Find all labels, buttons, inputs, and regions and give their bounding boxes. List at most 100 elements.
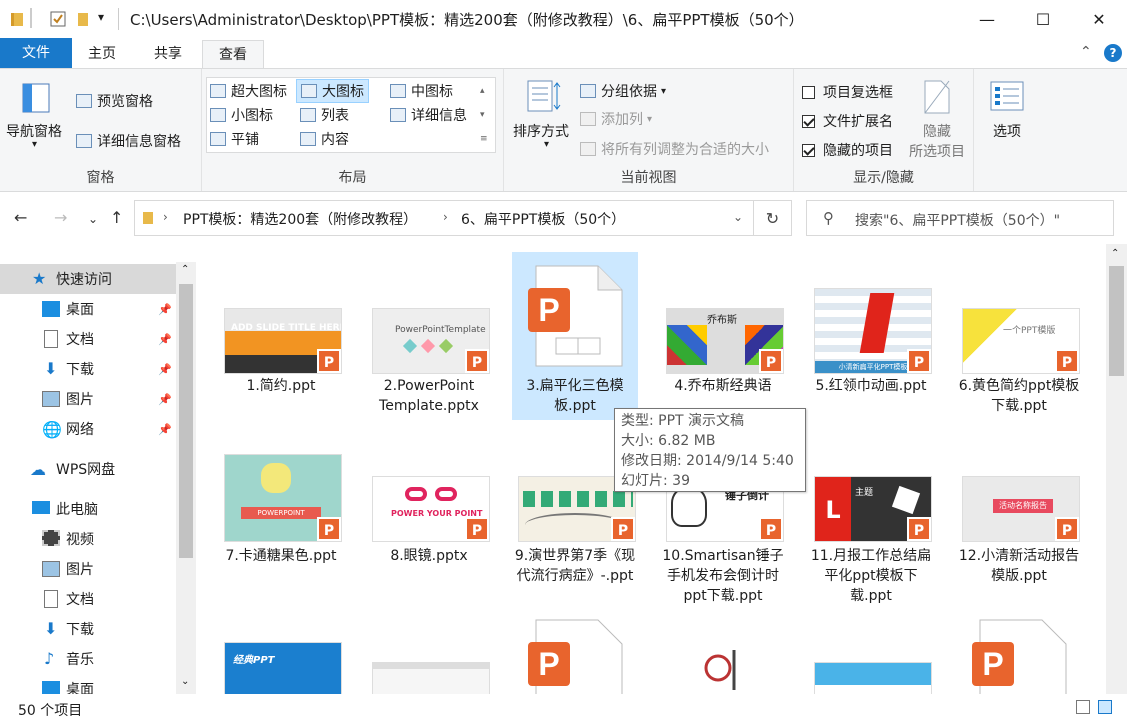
customize-dropdown-icon[interactable]: ▾ xyxy=(98,10,118,30)
tab-file[interactable]: 文件 xyxy=(0,38,72,68)
file-item[interactable]: 一个PPT模版 P 6.黄色简约ppt模板下载.ppt xyxy=(956,252,1082,422)
details-pane-button[interactable]: 详细信息窗格 xyxy=(76,131,181,151)
layout-extra-large[interactable]: 超大图标 xyxy=(210,81,287,101)
search-icon: ⚲ xyxy=(823,209,834,227)
layout-tiles[interactable]: 平铺 xyxy=(210,129,259,149)
large-icons-icon xyxy=(301,84,317,98)
chevron-down-icon[interactable]: ⌄ xyxy=(733,210,743,224)
add-column-button[interactable]: 添加列 ▾ xyxy=(580,109,652,129)
nav-quick-access[interactable]: ★ 快速访问 xyxy=(0,264,176,294)
breadcrumb-item[interactable]: 6、扁平PPT模板（50个） xyxy=(461,209,625,229)
refresh-icon[interactable]: ↻ xyxy=(754,200,792,236)
tab-share[interactable]: 共享 xyxy=(140,40,196,68)
nav-scrollbar[interactable]: ⌃ ⌄ xyxy=(176,262,196,694)
layout-small[interactable]: 小图标 xyxy=(210,105,273,125)
file-item[interactable] xyxy=(366,638,492,694)
hide-selected-button[interactable]: 隐藏 所选项目 xyxy=(904,79,970,163)
layout-list[interactable]: 列表 xyxy=(300,105,349,125)
nav-pane-button[interactable]: 导航窗格 ▾ xyxy=(6,83,62,165)
file-item[interactable]: L 主题 P 11.月报工作总结扁平化ppt模板下载.ppt xyxy=(808,450,934,620)
file-item[interactable]: 经典PPT xyxy=(218,638,344,694)
file-item[interactable]: 小清新扁平化PPT模板 P 5.红领巾动画.ppt xyxy=(808,252,934,422)
nav-item-desktop-pc[interactable]: 桌面 xyxy=(0,674,176,694)
file-item[interactable] xyxy=(808,638,934,694)
list-icon xyxy=(300,108,316,122)
item-checkboxes-checkbox[interactable] xyxy=(802,85,815,99)
breadcrumb-item[interactable]: PPT模板：精选200套（附修改教程） xyxy=(183,209,417,229)
item-checkboxes-toggle[interactable]: 项目复选框 xyxy=(802,82,893,102)
tab-home[interactable]: 主页 xyxy=(76,40,128,68)
nav-this-pc[interactable]: 此电脑 xyxy=(0,494,176,524)
help-icon[interactable]: ? xyxy=(1104,44,1122,62)
scroll-up-icon[interactable]: ⌃ xyxy=(1111,248,1119,259)
layout-large[interactable]: 大图标 xyxy=(296,79,369,103)
layout-medium[interactable]: 中图标 xyxy=(390,81,453,101)
thumb-text: 一个PPT模版 xyxy=(1003,326,1056,336)
file-item-selected[interactable]: P 3.扁平化三色模板.ppt xyxy=(512,252,638,420)
scroll-up-icon[interactable]: ⌃ xyxy=(181,264,189,275)
nav-item-music[interactable]: ♪ 音乐 xyxy=(0,644,176,674)
checkbox-icon[interactable] xyxy=(48,9,68,29)
file-item[interactable]: PowerPointTemplate P 2.PowerPoint Templa… xyxy=(366,252,492,414)
thumb-text: 活动名称报告 xyxy=(993,499,1053,513)
maximize-button[interactable]: ☐ xyxy=(1015,0,1071,38)
nav-scroll-thumb[interactable] xyxy=(179,284,193,558)
layout-content[interactable]: 内容 xyxy=(300,129,349,149)
preview-pane-button[interactable]: 预览窗格 xyxy=(76,91,153,111)
nav-item-desktop[interactable]: 桌面 📌 xyxy=(0,294,176,324)
layout-label: 超大图标 xyxy=(231,84,287,100)
file-item[interactable]: 乔布斯 P 4.乔布斯经典语录.ppt xyxy=(660,252,786,402)
tab-view[interactable]: 查看 xyxy=(202,40,264,68)
pictures-icon xyxy=(42,391,60,407)
options-button[interactable]: 选项 xyxy=(980,81,1034,141)
search-input[interactable]: ⚲ 搜索"6、扁平PPT模板（50个）" xyxy=(806,200,1114,236)
file-thumbnail: 活动名称报告 P xyxy=(962,476,1080,542)
layout-details[interactable]: 详细信息 xyxy=(390,105,467,125)
group-by-button[interactable]: 分组依据 ▾ xyxy=(580,81,666,101)
file-item[interactable]: 活动名称报告 P 12.小清新活动报告模版.ppt xyxy=(956,450,1082,620)
file-item[interactable]: P xyxy=(512,619,638,694)
large-icons-view-icon[interactable] xyxy=(1098,700,1112,714)
recent-locations-icon[interactable]: ⌄ xyxy=(88,212,98,226)
nav-item-pictures[interactable]: 图片 📌 xyxy=(0,384,176,414)
file-name: 8.眼镜.pptx xyxy=(390,548,468,564)
download-icon: ⬇ xyxy=(44,359,58,378)
fit-columns-button[interactable]: 将所有列调整为合适的大小 xyxy=(580,139,769,159)
nav-item-downloads-pc[interactable]: ⬇ 下载 xyxy=(0,614,176,644)
nav-item-documents-pc[interactable]: 文档 xyxy=(0,584,176,614)
nav-wps-drive[interactable]: ☁ WPS网盘 xyxy=(0,454,176,484)
new-folder-icon[interactable] xyxy=(74,9,94,29)
preview-pane-label: 预览窗格 xyxy=(97,94,153,110)
breadcrumb[interactable]: › PPT模板：精选200套（附修改教程） › 6、扁平PPT模板（50个） ⌄ xyxy=(134,200,754,236)
scroll-down-icon[interactable]: ⌄ xyxy=(181,676,189,687)
forward-arrow-icon[interactable]: → xyxy=(54,208,67,227)
pin-icon: 📌 xyxy=(158,302,172,316)
chevron-right-icon[interactable]: › xyxy=(443,210,448,224)
back-arrow-icon[interactable]: ← xyxy=(14,208,27,227)
file-item[interactable] xyxy=(660,638,786,694)
minimize-button[interactable]: — xyxy=(959,0,1015,38)
file-thumbnail: 小清新扁平化PPT模板 P xyxy=(814,288,932,374)
up-arrow-icon[interactable]: ↑ xyxy=(110,208,123,227)
chevron-down-icon: ▾ xyxy=(544,139,550,150)
nav-item-documents[interactable]: 文档 📌 xyxy=(0,324,176,354)
collapse-ribbon-icon[interactable]: ⌃ xyxy=(1080,44,1092,60)
hidden-items-toggle[interactable]: 隐藏的项目 xyxy=(802,140,893,160)
nav-item-network[interactable]: 🌐 网络 📌 xyxy=(0,414,176,444)
details-view-icon[interactable] xyxy=(1076,700,1090,714)
file-extensions-toggle[interactable]: 文件扩展名 xyxy=(802,111,893,131)
nav-item-downloads[interactable]: ⬇ 下载 📌 xyxy=(0,354,176,384)
sort-by-button[interactable]: 排序方式 ▾ xyxy=(510,79,576,163)
content-scroll-thumb[interactable] xyxy=(1109,266,1124,376)
file-item[interactable]: ADD SLIDE TITLE HERE P 1.简约.ppt xyxy=(218,252,344,402)
content-scrollbar[interactable]: ⌃ xyxy=(1106,244,1127,694)
file-item[interactable]: POWERPOINT P 7.卡通糖果色.ppt xyxy=(218,450,344,600)
file-item[interactable]: POWER YOUR POINT P 8.眼镜.pptx xyxy=(366,450,492,600)
nav-item-videos[interactable]: 视频 xyxy=(0,524,176,554)
gallery-scroll[interactable]: ▴ ▾ ≡ xyxy=(480,79,488,151)
file-extensions-checkbox[interactable] xyxy=(802,114,815,128)
hidden-items-checkbox[interactable] xyxy=(802,143,815,157)
nav-item-pictures-pc[interactable]: 图片 xyxy=(0,554,176,584)
close-button[interactable]: ✕ xyxy=(1071,0,1127,38)
file-item[interactable]: P xyxy=(956,619,1082,694)
